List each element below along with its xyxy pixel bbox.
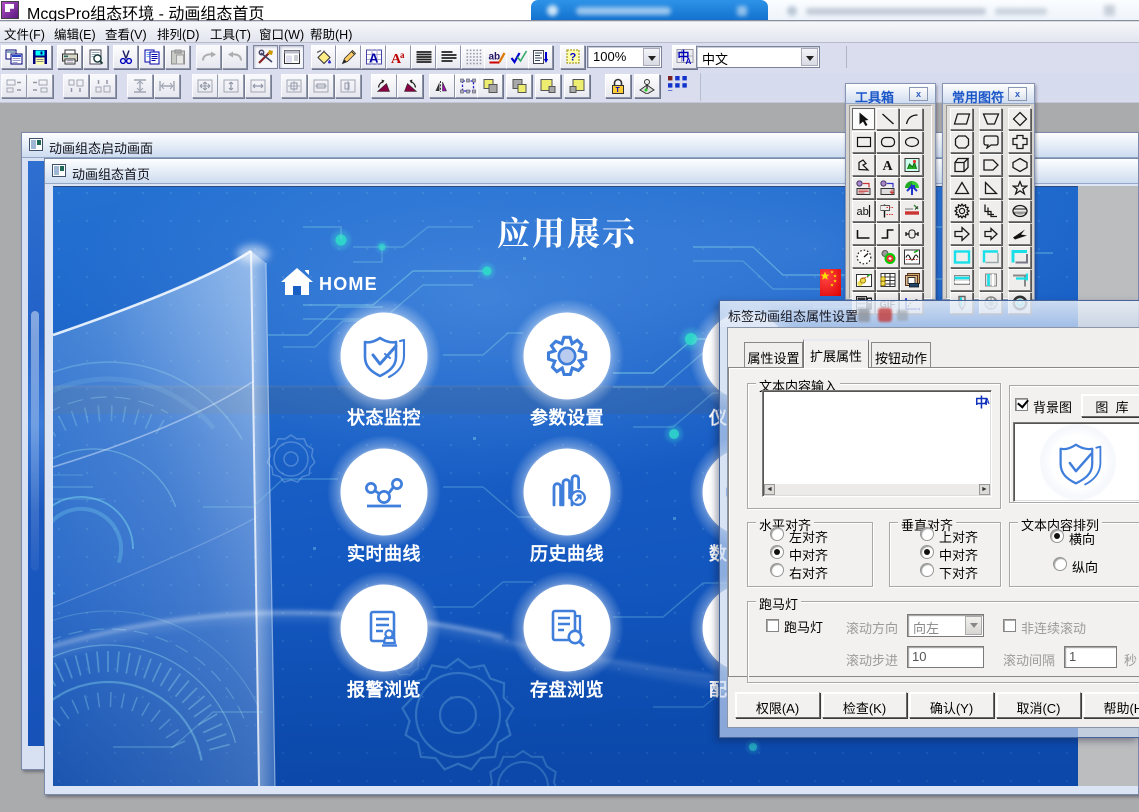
svg-text:?: ? <box>569 52 576 64</box>
svg-text:应用展示: 应用展示 <box>497 208 637 255</box>
svg-text:存盘浏览: 存盘浏览 <box>530 676 604 702</box>
svg-text:报警浏览: 报警浏览 <box>347 676 421 702</box>
svg-text:A: A <box>685 57 691 65</box>
svg-text:a: a <box>400 50 405 60</box>
svg-text:实时曲线: 实时曲线 <box>347 540 421 566</box>
svg-text:ab: ab <box>488 52 500 63</box>
svg-text:ab: ab <box>856 206 868 218</box>
svg-text:T: T <box>616 87 621 94</box>
svg-text:历史曲线: 历史曲线 <box>530 540 604 566</box>
svg-text:A: A <box>882 159 893 172</box>
svg-text:A: A <box>369 51 379 65</box>
svg-text:状态监控: 状态监控 <box>347 404 421 430</box>
svg-text:HOME: HOME <box>319 274 378 294</box>
svg-text:参数设置: 参数设置 <box>530 404 604 430</box>
